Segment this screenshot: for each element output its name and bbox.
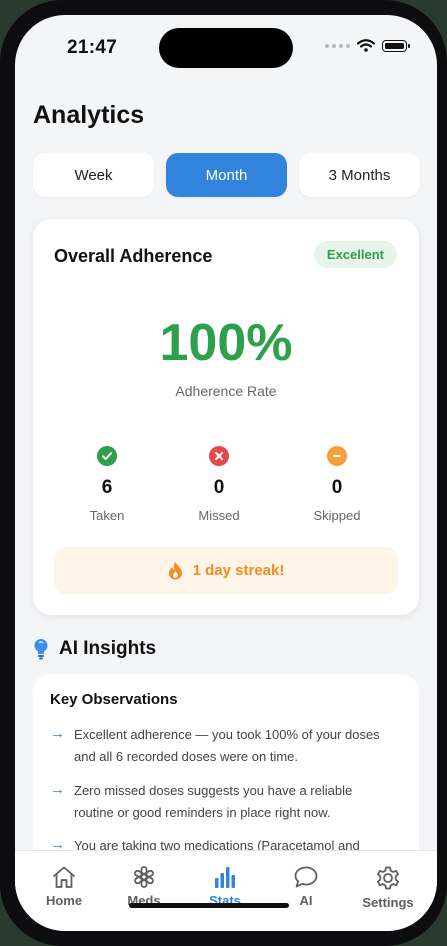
stat-missed-value: 0: [213, 477, 225, 498]
arrow-right-icon: →: [50, 781, 65, 798]
device-frame: 21:47 Analytics Week Month 3 Months Over…: [0, 0, 447, 946]
chat-bubble-icon: [294, 866, 318, 888]
tab-ai[interactable]: AI: [264, 865, 348, 908]
adherence-title: Overall Adherence: [54, 246, 213, 266]
list-item: → Excellent adherence — you took 100% of…: [50, 724, 395, 768]
medical-star-icon: [134, 866, 154, 888]
ai-insights-title: AI Insights: [59, 638, 157, 659]
streak-text: 1 day streak!: [192, 562, 285, 579]
home-indicator[interactable]: [129, 903, 289, 908]
home-icon: [53, 866, 75, 888]
tab-month[interactable]: Month: [166, 153, 287, 197]
tab-3-months[interactable]: 3 Months: [299, 153, 420, 197]
streak-banner: 1 day streak!: [54, 547, 398, 594]
x-circle-icon: [209, 446, 229, 466]
battery-icon: [382, 39, 410, 52]
signal-icon: [325, 43, 350, 48]
minus-circle-icon: [327, 446, 347, 466]
observation-text: Zero missed doses suggests you have a re…: [74, 783, 353, 820]
tab-ai-label: AI: [299, 893, 313, 908]
list-item: → Zero missed doses suggests you have a …: [50, 780, 395, 824]
tab-home-label: Home: [45, 893, 83, 908]
observation-text: Excellent adherence — you took 100% of y…: [74, 727, 380, 764]
bottom-tab-bar: Home Meds Stats AI Settings: [15, 850, 437, 931]
bar-chart-icon: [215, 867, 235, 888]
tab-settings-label: Settings: [362, 895, 414, 910]
stat-skipped-value: 0: [331, 477, 343, 498]
page-title: Analytics: [33, 101, 145, 129]
wifi-icon: [357, 39, 375, 52]
stat-taken-label: Taken: [89, 508, 125, 523]
stat-taken-value: 6: [101, 477, 113, 498]
dynamic-island: [159, 28, 293, 68]
tab-meds[interactable]: Meds: [102, 865, 186, 908]
tab-home[interactable]: Home: [22, 865, 106, 908]
status-badge: Excellent: [313, 241, 397, 268]
observations-title: Key Observations: [50, 691, 178, 708]
stat-missed-label: Missed: [198, 508, 240, 523]
adherence-rate-value: 100%: [159, 314, 293, 372]
check-circle-icon: [97, 446, 117, 466]
lightbulb-icon: [34, 639, 48, 660]
tab-settings[interactable]: Settings: [346, 865, 430, 910]
arrow-right-icon: →: [50, 725, 65, 742]
adherence-card: Overall Adherence Excellent 100% Adheren…: [33, 219, 419, 615]
stat-skipped: 0 Skipped: [277, 446, 397, 523]
tab-week[interactable]: Week: [33, 153, 154, 197]
stat-missed: 0 Missed: [159, 446, 279, 523]
tab-stats[interactable]: Stats: [183, 865, 267, 908]
flame-icon: [168, 562, 182, 580]
gear-icon: [377, 866, 399, 890]
ai-insights-header: AI Insights: [33, 638, 156, 660]
status-time: 21:47: [67, 37, 118, 58]
adherence-rate-label: Adherence Rate: [175, 383, 277, 399]
stat-taken: 6 Taken: [47, 446, 167, 523]
status-icons: [325, 39, 410, 52]
stat-skipped-label: Skipped: [313, 508, 361, 523]
app-screen: 21:47 Analytics Week Month 3 Months Over…: [15, 15, 437, 931]
